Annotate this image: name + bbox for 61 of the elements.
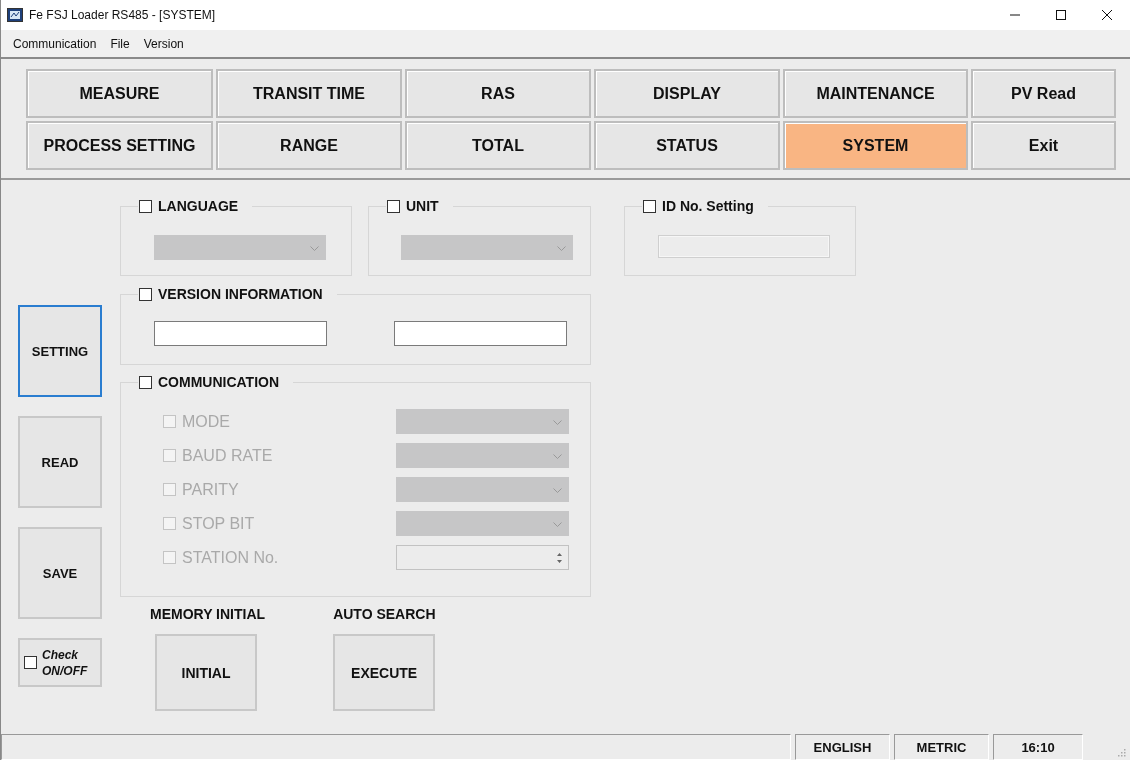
check-toggle[interactable]: Check ON/OFF	[18, 638, 102, 687]
setting-label: STOP BIT	[182, 514, 256, 533]
chevron-icon	[553, 454, 562, 460]
check-label: Check ON/OFF	[42, 646, 89, 679]
dropdown[interactable]	[396, 443, 569, 468]
menu-item[interactable]: Version	[143, 36, 184, 51]
group-label: LANGUAGE	[158, 198, 239, 214]
section-heading: AUTO SEARCH	[333, 606, 436, 622]
group-label: ID No. Setting	[662, 198, 754, 214]
execute-button[interactable]: EXECUTE	[333, 634, 436, 711]
side-button[interactable]: SETTING	[18, 305, 102, 397]
nav-button[interactable]: TRANSIT TIME	[216, 69, 402, 118]
chevron-icon	[310, 246, 319, 252]
status-pane: ENGLISH	[795, 734, 890, 760]
version-field[interactable]	[154, 321, 327, 346]
spinner-field[interactable]	[396, 545, 569, 570]
nav-button[interactable]: PV Read	[971, 69, 1116, 118]
nav-button[interactable]: DISPLAY	[594, 69, 780, 118]
group-label: UNIT	[406, 198, 439, 214]
chevron-icon	[553, 420, 562, 426]
status-pane: 16:10	[993, 734, 1083, 760]
nav-button[interactable]: Exit	[971, 121, 1116, 170]
close-icon[interactable]	[1101, 9, 1113, 21]
app-icon	[7, 8, 23, 22]
checkbox[interactable]	[139, 375, 152, 389]
checkbox[interactable]	[139, 199, 152, 213]
menu-item[interactable]: Communication	[13, 36, 97, 51]
group-label: VERSION INFORMATION	[158, 286, 323, 302]
dropdown[interactable]	[396, 511, 569, 536]
nav-button[interactable]: MAINTENANCE	[783, 69, 968, 118]
initial-button[interactable]: INITIAL	[155, 634, 257, 711]
setting-label: STATION No.	[182, 548, 280, 567]
maximize-icon[interactable]	[1055, 9, 1067, 21]
dropdown[interactable]	[396, 477, 569, 502]
nav-button[interactable]: RAS	[405, 69, 591, 118]
checkbox[interactable]	[387, 199, 400, 213]
nav-button[interactable]: RANGE	[216, 121, 402, 170]
checkbox[interactable]	[24, 656, 37, 669]
dropdown[interactable]	[396, 409, 569, 434]
group-label: COMMUNICATION	[158, 374, 280, 390]
resize-grip-icon[interactable]	[1116, 747, 1126, 757]
section-heading: MEMORY INITIAL	[150, 606, 266, 622]
side-button[interactable]: SAVE	[18, 527, 102, 619]
nav-button[interactable]: MEASURE	[26, 69, 213, 118]
checkbox[interactable]	[643, 199, 656, 213]
nav-button[interactable]: PROCESS SETTING	[26, 121, 213, 170]
checkbox[interactable]	[139, 287, 152, 301]
chevron-icon	[553, 522, 562, 528]
nav-button[interactable]: TOTAL	[405, 121, 591, 170]
version-field[interactable]	[394, 321, 567, 346]
menu-item[interactable]: File	[110, 36, 130, 51]
setting-label: MODE	[182, 412, 231, 431]
status-pane: METRIC	[894, 734, 989, 760]
setting-label: BAUD RATE	[182, 446, 274, 465]
window-title: Fe FSJ Loader RS485 - [SYSTEM]	[29, 8, 216, 22]
chevron-icon	[557, 246, 566, 252]
chevron-icon	[553, 488, 562, 494]
nav-button[interactable]: STATUS	[594, 121, 780, 170]
setting-label: PARITY	[182, 480, 240, 499]
nav-button[interactable]: SYSTEM	[783, 121, 968, 170]
side-button[interactable]: READ	[18, 416, 102, 508]
